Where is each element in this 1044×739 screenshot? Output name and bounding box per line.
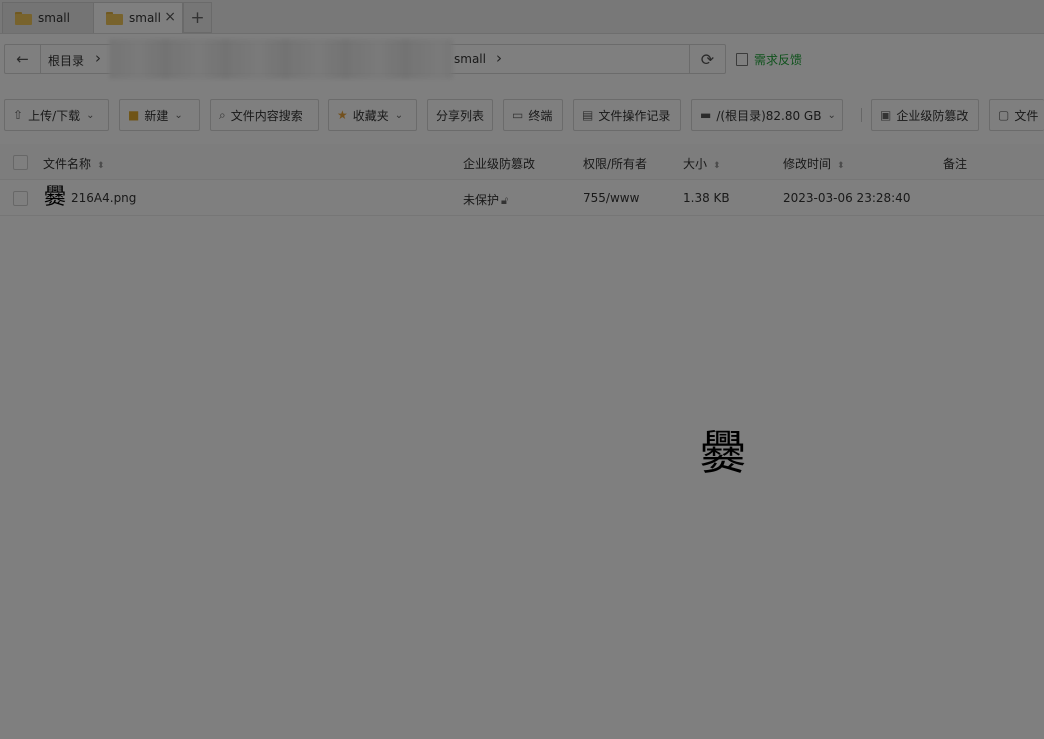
preview-image: 爨 xyxy=(700,426,746,480)
image-preview: 爨 xyxy=(0,0,1044,739)
